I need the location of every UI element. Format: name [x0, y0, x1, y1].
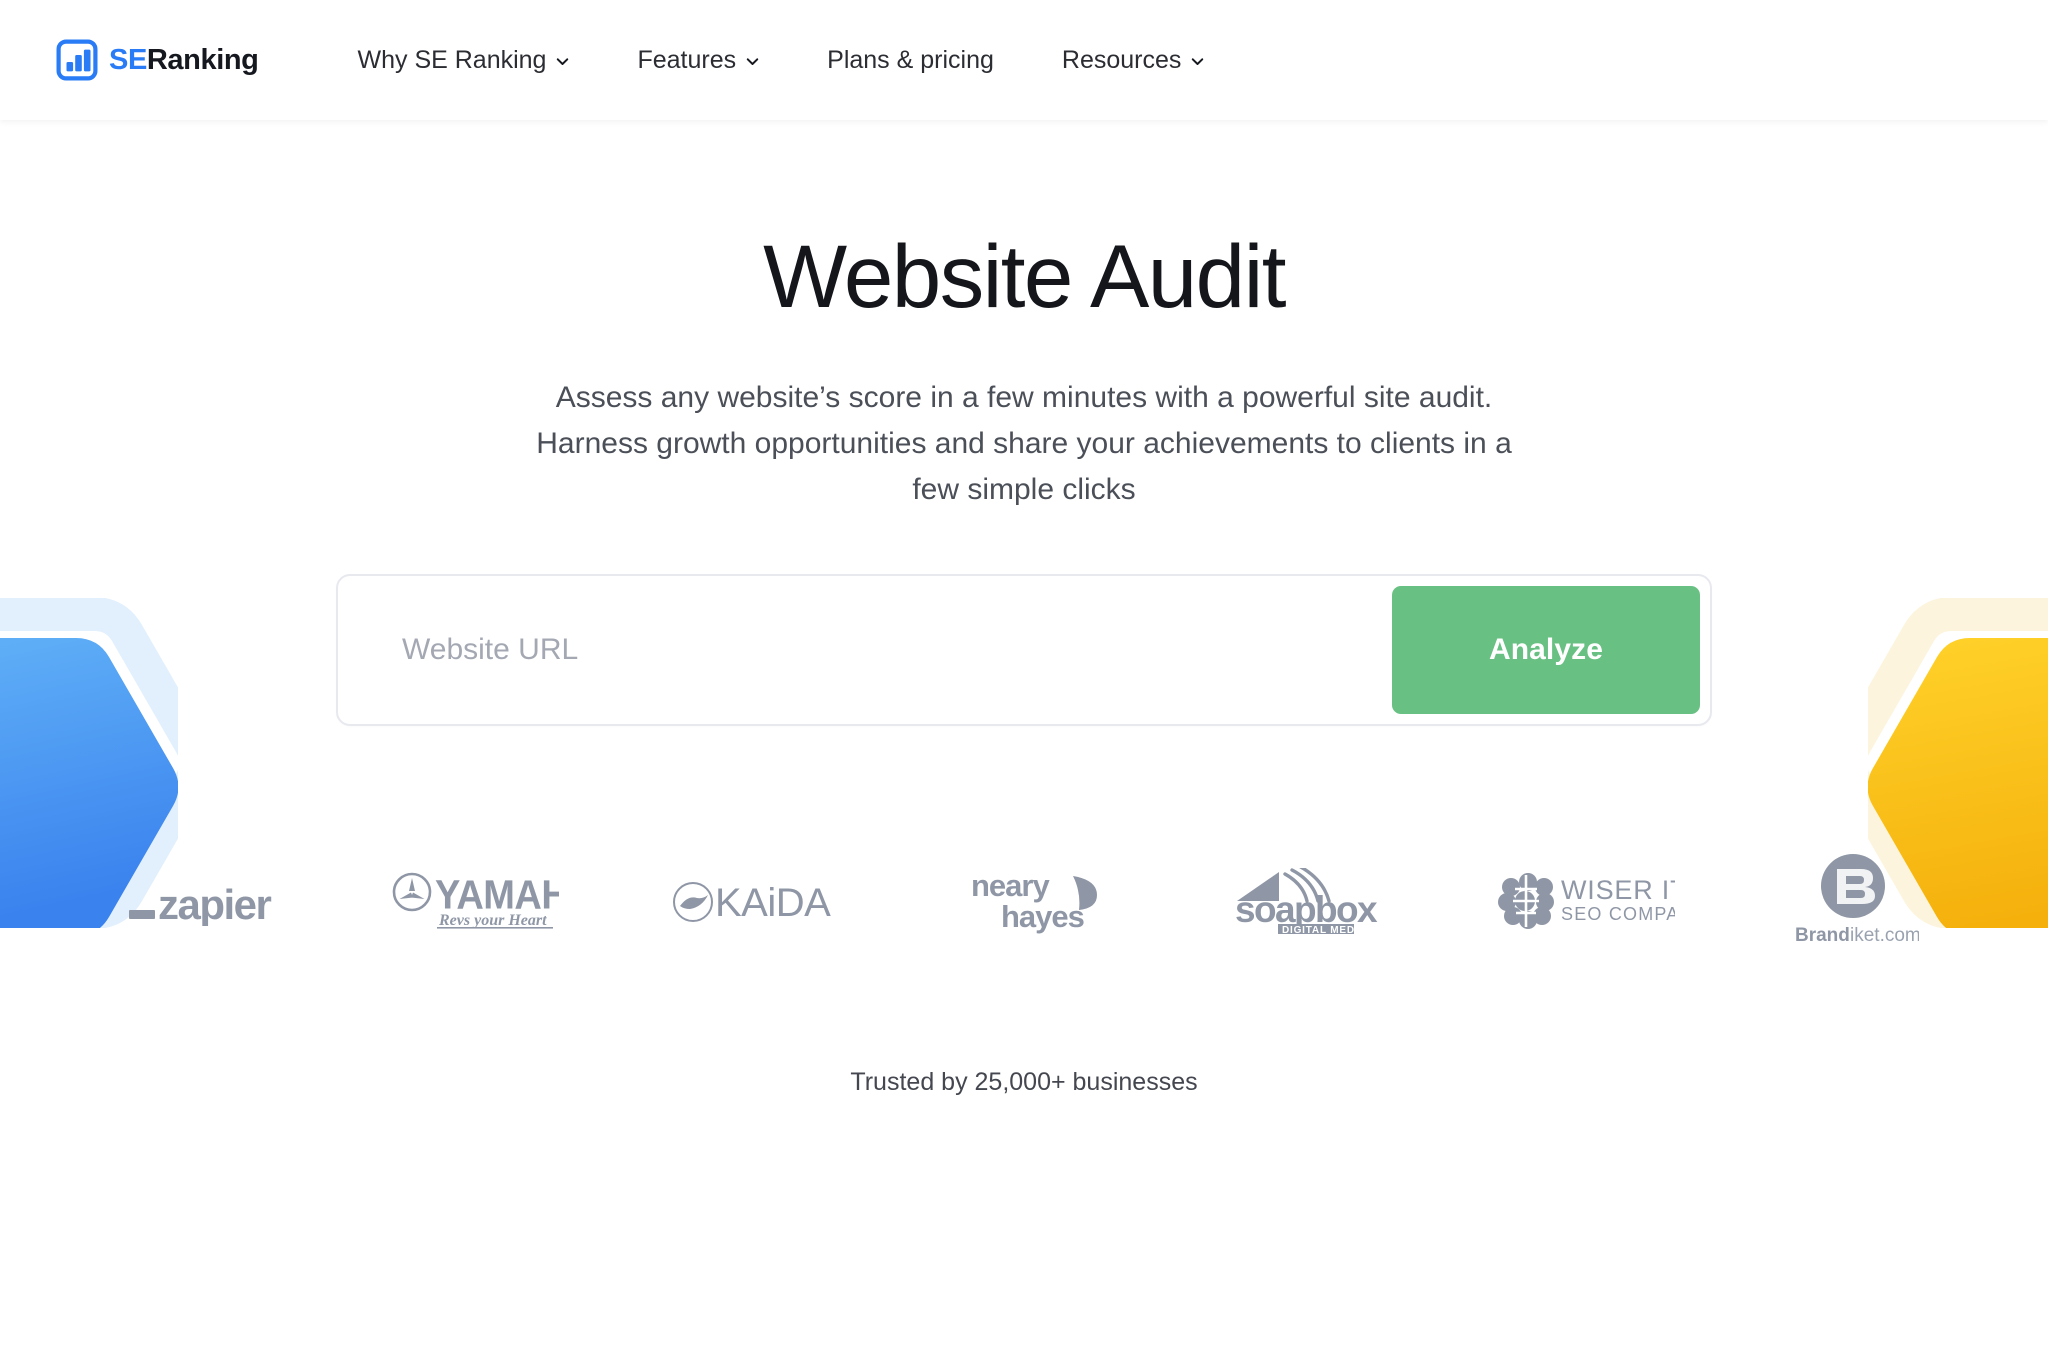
- svg-text:iket.com: iket.com: [1850, 925, 1919, 946]
- nav-item-label: Why SE Ranking: [357, 45, 547, 74]
- search-input[interactable]: [348, 586, 1392, 715]
- svg-text:Brand: Brand: [1795, 925, 1850, 946]
- client-logos-row: zapier YAMAHA Revs your Heart: [129, 846, 1919, 956]
- bar-chart-logo-icon: [56, 39, 98, 81]
- chevron-down-icon: [746, 55, 759, 68]
- svg-text:KAiDA: KAiDA: [715, 881, 831, 925]
- hero-section: Website Audit Assess any website’s score…: [0, 120, 2048, 1097]
- brand-text-primary: SE: [109, 43, 147, 76]
- svg-text:SEO COMPANY: SEO COMPANY: [1561, 904, 1675, 924]
- site-header: SERanking Why SE Ranking Features Plans …: [0, 0, 2048, 120]
- website-audit-form: Analyze: [336, 574, 1712, 727]
- brand-wordmark: SERanking: [109, 43, 259, 76]
- svg-text:Revs your Heart: Revs your Heart: [438, 912, 547, 929]
- nav-item-label: Features: [637, 45, 737, 74]
- analyze-button[interactable]: Analyze: [1392, 586, 1700, 715]
- svg-text:hayes: hayes: [1001, 899, 1084, 934]
- logo-kaida: KAiDA: [671, 846, 855, 956]
- brand-text-secondary: Ranking: [146, 43, 259, 76]
- nav-item-label: Resources: [1061, 45, 1182, 74]
- nav-item-resources[interactable]: Resources: [1028, 38, 1239, 83]
- svg-text:zapier: zapier: [158, 881, 272, 926]
- logo-wiser-it: WISER IT SEO COMPANY: [1495, 846, 1675, 956]
- hero-subtitle: Assess any website’s score in a few minu…: [536, 381, 1512, 506]
- brand-logo-link[interactable]: SERanking: [56, 39, 259, 81]
- svg-text:WISER IT: WISER IT: [1561, 875, 1675, 905]
- chevron-down-icon: [556, 55, 569, 68]
- primary-navigation: Why SE Ranking Features Plans & pricing: [324, 38, 1239, 83]
- nav-item-why-se-ranking[interactable]: Why SE Ranking: [324, 38, 604, 83]
- logo-brandiket: Brand iket.com: [1787, 846, 1919, 956]
- website-audit-landing-page: SERanking Why SE Ranking Features Plans …: [0, 0, 2048, 1365]
- page-title: Website Audit: [763, 226, 1286, 326]
- logo-neary-hayes: neary hayes: [967, 846, 1121, 956]
- svg-text:neary: neary: [971, 868, 1050, 903]
- nav-item-features[interactable]: Features: [603, 38, 793, 83]
- chevron-down-icon: [1191, 55, 1204, 68]
- logo-yamaha: YAMAHA Revs your Heart: [391, 846, 559, 956]
- nav-item-label: Plans & pricing: [827, 45, 994, 74]
- logo-soapbox: soapbox DIGITAL MEDIA: [1233, 846, 1383, 956]
- logo-zapier: zapier: [129, 846, 279, 956]
- svg-text:DIGITAL MEDIA: DIGITAL MEDIA: [1282, 925, 1366, 934]
- nav-item-plans-and-pricing[interactable]: Plans & pricing: [793, 38, 1028, 83]
- svg-text:soapbox: soapbox: [1235, 889, 1378, 930]
- trusted-by-caption: Trusted by 25,000+ businesses: [850, 1068, 1198, 1097]
